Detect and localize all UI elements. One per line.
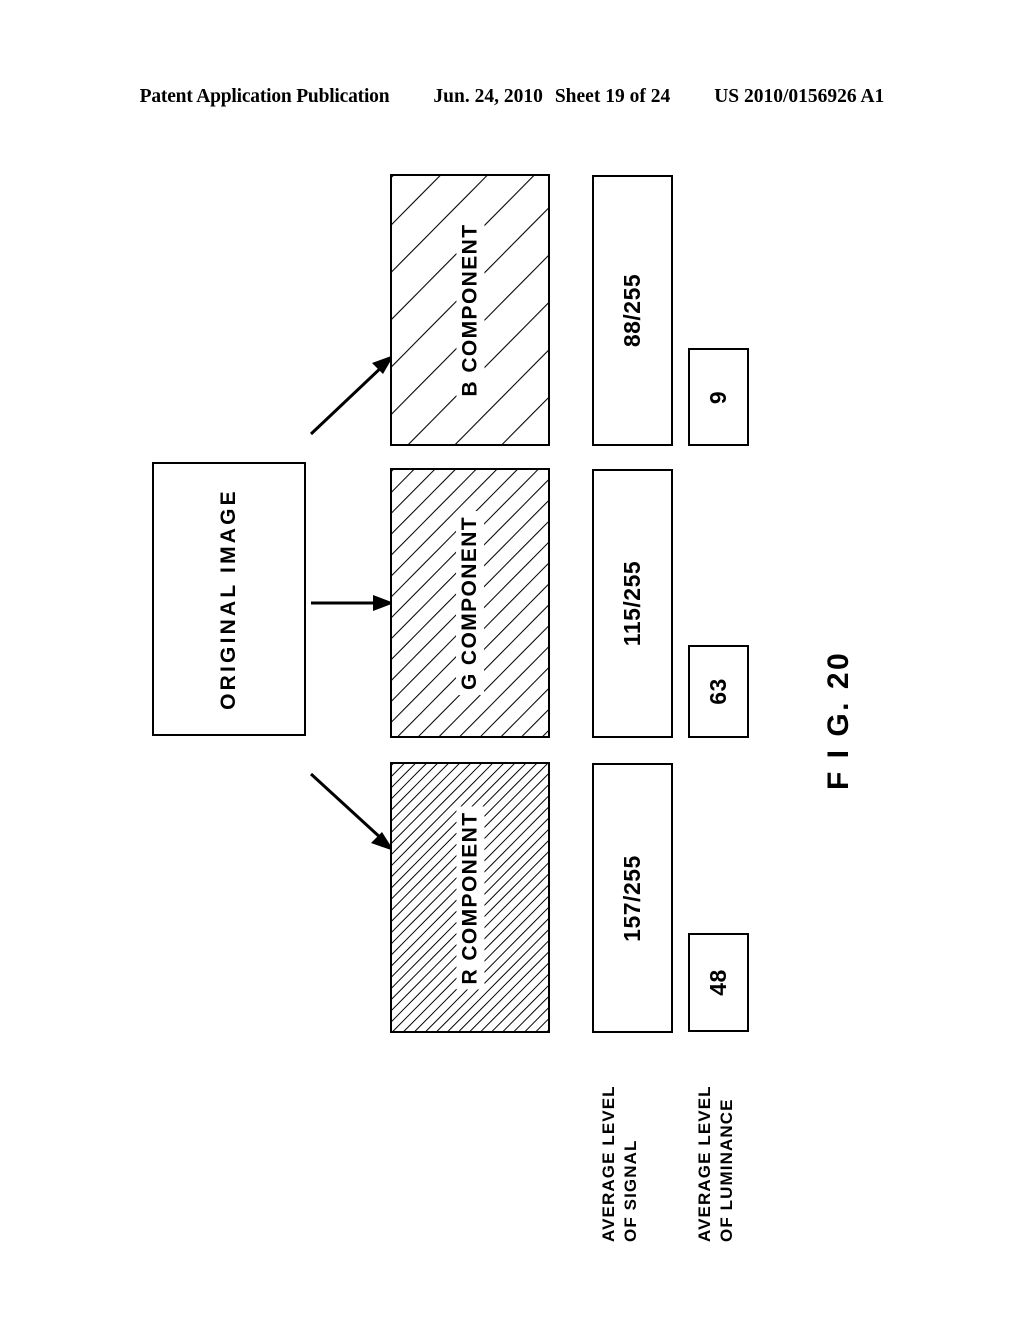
- header-publication: Patent Application Publication: [139, 86, 390, 107]
- original-image-label: ORIGINAL IMAGE: [217, 488, 241, 710]
- signal-g-value-wrap: 115/255: [594, 471, 671, 736]
- header-date: Jun. 24, 2010: [433, 86, 543, 107]
- luminance-b-value: 9: [704, 390, 731, 404]
- axis-label-average-luminance: AVERAGE LEVEL OF LUMINANCE: [695, 1085, 736, 1242]
- luminance-level-box-g: 63: [688, 645, 749, 738]
- component-box-b: B COMPONENT: [390, 174, 550, 446]
- hatch-pattern-sparse: [392, 176, 548, 444]
- original-image-label-wrap: ORIGINAL IMAGE: [154, 464, 304, 734]
- component-box-g: G COMPONENT: [390, 468, 550, 738]
- luminance-level-box-b: 9: [688, 348, 749, 446]
- hatch-pattern-dense: [392, 764, 548, 1031]
- component-box-r: R COMPONENT: [390, 762, 550, 1033]
- luminance-r-value: 48: [705, 969, 731, 996]
- luminance-g-value-wrap: 63: [690, 647, 747, 736]
- signal-level-bar-g: 115/255: [592, 469, 673, 738]
- signal-b-value: 88/255: [618, 273, 645, 348]
- signal-b-value-wrap: 88/255: [594, 177, 671, 444]
- original-image-box: ORIGINAL IMAGE: [152, 462, 306, 736]
- sheet-header: Patent Application Publication Jun. 24, …: [0, 86, 1024, 108]
- luminance-r-value-wrap: 48: [690, 935, 747, 1030]
- signal-r-value-wrap: 157/255: [594, 765, 671, 1031]
- header-patent-number: US 2010/0156926 A1: [714, 86, 885, 107]
- signal-g-value: 115/255: [619, 560, 645, 647]
- luminance-level-box-r: 48: [688, 933, 749, 1032]
- signal-r-value: 157/255: [619, 854, 646, 942]
- figure-sheet: Patent Application Publication Jun. 24, …: [0, 0, 1024, 1320]
- axis-label-average-signal: AVERAGE LEVEL OF SIGNAL: [599, 1085, 640, 1242]
- header-sheet-number: Sheet 19 of 24: [554, 86, 671, 107]
- figure-caption: F I G. 20: [822, 650, 855, 790]
- luminance-g-value: 63: [705, 678, 731, 705]
- signal-level-bar-b: 88/255: [592, 175, 673, 446]
- luminance-b-value-wrap: 9: [690, 350, 747, 444]
- hatch-pattern-medium: [392, 470, 548, 736]
- signal-level-bar-r: 157/255: [592, 763, 673, 1033]
